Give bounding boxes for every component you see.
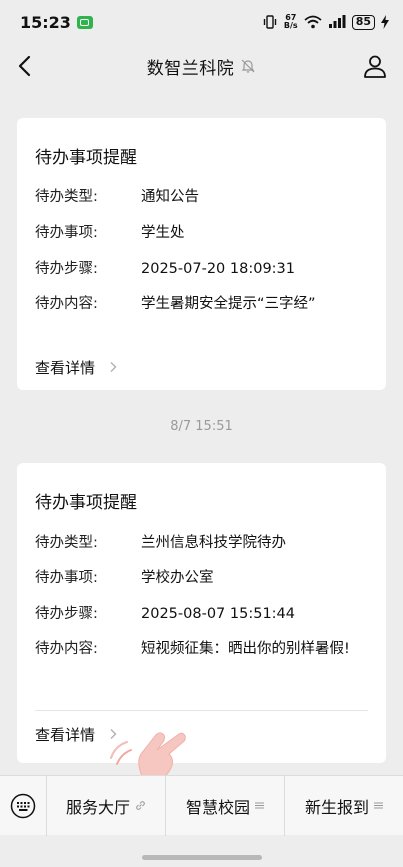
chat-area: 待办事项提醒 待办类型: 通知公告 待办事项: 学生处 待办步骤: 2025-0… bbox=[0, 88, 403, 783]
row-value: 兰州信息科技学院待办 bbox=[141, 535, 286, 551]
info-row: 待办步骤: 2025-08-07 15:51:44 bbox=[35, 603, 368, 625]
signal-icon bbox=[328, 15, 346, 28]
menu-item-label: 智慧校园 bbox=[185, 797, 250, 817]
view-details-link[interactable]: 查看详情 bbox=[35, 720, 368, 748]
charging-bolt-icon bbox=[381, 15, 389, 29]
bottom-menu-bar: 服务大厅 智慧校园 新生报到 bbox=[0, 775, 403, 836]
info-row: 待办类型: 通知公告 bbox=[35, 186, 368, 208]
card-title: 待办事项提醒 bbox=[35, 148, 137, 168]
menu-lines-icon bbox=[255, 802, 264, 809]
row-label: 待办类型: bbox=[35, 535, 98, 551]
row-label: 待办内容: bbox=[35, 296, 98, 312]
card-title: 待办事项提醒 bbox=[35, 493, 137, 513]
row-value: 学生处 bbox=[141, 225, 185, 241]
battery-indicator: 85 bbox=[351, 14, 375, 30]
message-timestamp: 8/7 15:51 bbox=[170, 419, 233, 434]
keyboard-toggle-button[interactable] bbox=[0, 776, 46, 836]
status-bar: 15:23 67 B/s 85 bbox=[0, 0, 403, 44]
chat-title: 数智兰科院 bbox=[146, 58, 235, 79]
status-left: 15:23 bbox=[20, 13, 93, 32]
card-divider bbox=[35, 710, 368, 711]
wechat-notification-icon bbox=[76, 15, 93, 29]
network-speed: 67 B/s bbox=[284, 14, 298, 30]
row-label: 待办步骤: bbox=[35, 261, 98, 277]
chevron-right-icon bbox=[110, 362, 117, 372]
menu-smart-campus[interactable]: 智慧校园 bbox=[165, 775, 284, 836]
info-row: 待办事项: 学生处 bbox=[35, 222, 368, 244]
row-value: 短视频征集：晒出你的别样暑假! bbox=[141, 641, 350, 657]
row-label: 待办步骤: bbox=[35, 606, 98, 622]
info-row: 待办类型: 兰州信息科技学院待办 bbox=[35, 532, 368, 554]
nav-title-group: 数智兰科院 bbox=[147, 54, 257, 79]
menu-item-label: 新生报到 bbox=[304, 797, 369, 817]
todo-reminder-card: 待办事项提醒 待办类型: 通知公告 待办事项: 学生处 待办步骤: 2025-0… bbox=[17, 118, 386, 390]
info-row: 待办内容: 学生暑期安全提示“三字经” bbox=[35, 293, 368, 315]
row-label: 待办事项: bbox=[35, 225, 98, 241]
home-indicator[interactable] bbox=[142, 855, 262, 860]
row-label: 待办类型: bbox=[35, 189, 98, 205]
link-icon bbox=[136, 801, 145, 810]
wifi-icon bbox=[304, 15, 322, 29]
status-right: 67 B/s 85 bbox=[262, 14, 389, 30]
muted-bell-icon bbox=[241, 59, 255, 73]
row-value: 学生暑期安全提示“三字经” bbox=[141, 296, 316, 312]
view-details-label: 查看详情 bbox=[35, 358, 96, 377]
view-details-link[interactable]: 查看详情 bbox=[35, 353, 368, 381]
status-time: 15:23 bbox=[20, 12, 71, 32]
back-chevron-icon[interactable] bbox=[14, 54, 38, 78]
menu-freshman-registration[interactable]: 新生报到 bbox=[284, 775, 403, 836]
menu-lines-icon bbox=[374, 802, 383, 809]
profile-icon[interactable] bbox=[361, 52, 389, 80]
row-value: 通知公告 bbox=[141, 189, 199, 205]
row-value: 学校办公室 bbox=[141, 570, 214, 586]
row-value: 2025-07-20 18:09:31 bbox=[141, 261, 295, 277]
todo-reminder-card: 待办事项提醒 待办类型: 兰州信息科技学院待办 待办事项: 学校办公室 待办步骤… bbox=[17, 463, 386, 763]
menu-service-hall[interactable]: 服务大厅 bbox=[46, 775, 165, 836]
menu-item-label: 服务大厅 bbox=[65, 797, 130, 817]
network-speed-unit: B/s bbox=[283, 21, 298, 30]
nav-bar: 数智兰科院 bbox=[0, 44, 403, 88]
vibrate-icon bbox=[263, 15, 277, 29]
info-row: 待办步骤: 2025-07-20 18:09:31 bbox=[35, 258, 368, 280]
info-row: 待办内容: 短视频征集：晒出你的别样暑假! bbox=[35, 638, 368, 660]
row-label: 待办事项: bbox=[35, 570, 98, 586]
info-row: 待办事项: 学校办公室 bbox=[35, 567, 368, 589]
view-details-label: 查看详情 bbox=[35, 725, 96, 744]
row-label: 待办内容: bbox=[35, 641, 98, 657]
keyboard-icon bbox=[10, 793, 36, 818]
row-value: 2025-08-07 15:51:44 bbox=[141, 606, 295, 622]
